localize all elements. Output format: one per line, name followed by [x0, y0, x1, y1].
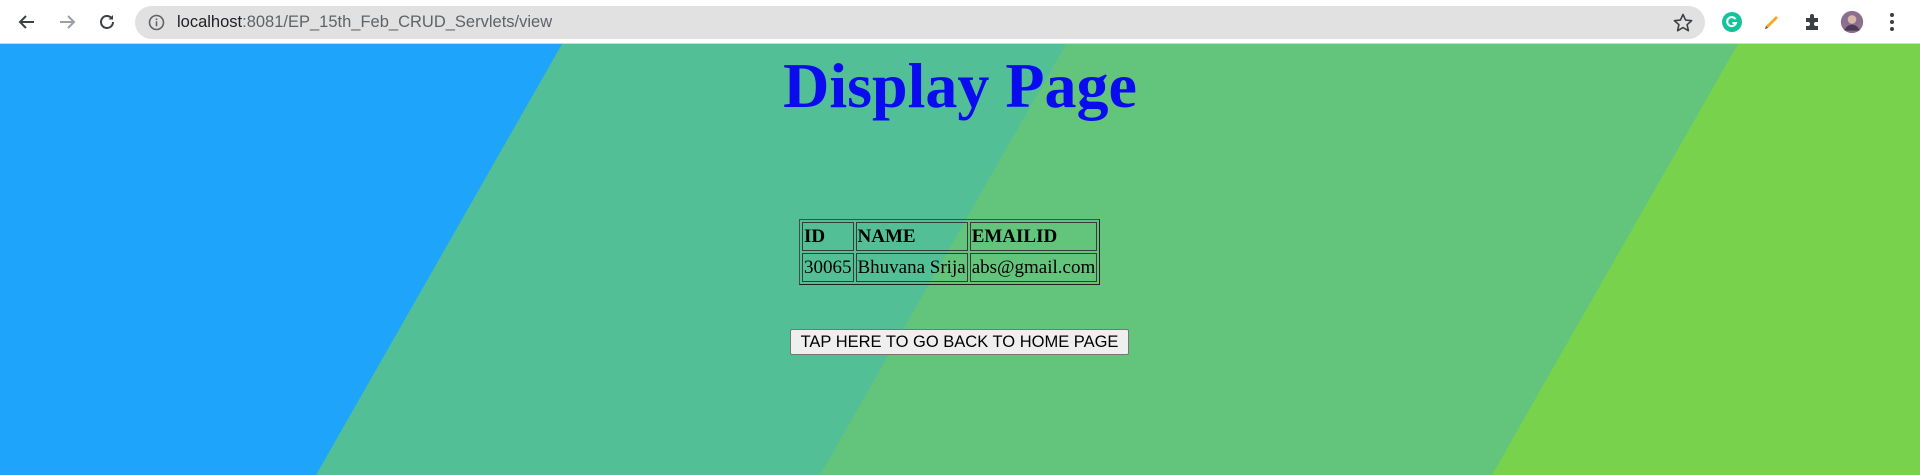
extensions-puzzle-icon[interactable] [1800, 10, 1824, 34]
cell-emailid: abs@gmail.com [969, 253, 1098, 282]
url-host: localhost [177, 13, 243, 31]
reload-icon[interactable] [92, 7, 122, 37]
url-text[interactable]: localhost:8081/EP_15th_Feb_CRUD_Servlets… [177, 6, 552, 39]
star-icon[interactable] [1672, 12, 1694, 34]
column-header-id: ID [802, 222, 854, 251]
forward-arrow-icon[interactable] [52, 7, 82, 37]
back-to-home-button[interactable]: TAP HERE TO GO BACK TO HOME PAGE [790, 329, 1129, 355]
back-arrow-icon[interactable] [12, 7, 42, 37]
page-title: Display Page [783, 50, 1137, 121]
grammarly-icon[interactable] [1720, 10, 1744, 34]
column-header-emailid: EMAILID [969, 222, 1098, 251]
browser-toolbar: localhost:8081/EP_15th_Feb_CRUD_Servlets… [0, 0, 1920, 44]
page-content: Display Page ID NAME EMAILID 30065 Bhuva… [0, 44, 1920, 475]
cell-id: 30065 [802, 253, 854, 282]
info-icon[interactable] [148, 14, 165, 31]
address-bar[interactable]: localhost:8081/EP_15th_Feb_CRUD_Servlets… [135, 6, 1705, 39]
pencil-icon[interactable] [1760, 10, 1784, 34]
table-row: 30065 Bhuvana Srija abs@gmail.com [802, 253, 1098, 282]
table-header-row: ID NAME EMAILID [802, 222, 1098, 251]
cell-name: Bhuvana Srija [855, 253, 968, 282]
url-path: :8081/EP_15th_Feb_CRUD_Servlets/view [242, 13, 553, 31]
column-header-name: NAME [855, 222, 968, 251]
records-table: ID NAME EMAILID 30065 Bhuvana Srija abs@… [799, 219, 1101, 285]
kebab-menu-icon[interactable] [1880, 10, 1904, 34]
profile-avatar[interactable] [1840, 10, 1864, 34]
